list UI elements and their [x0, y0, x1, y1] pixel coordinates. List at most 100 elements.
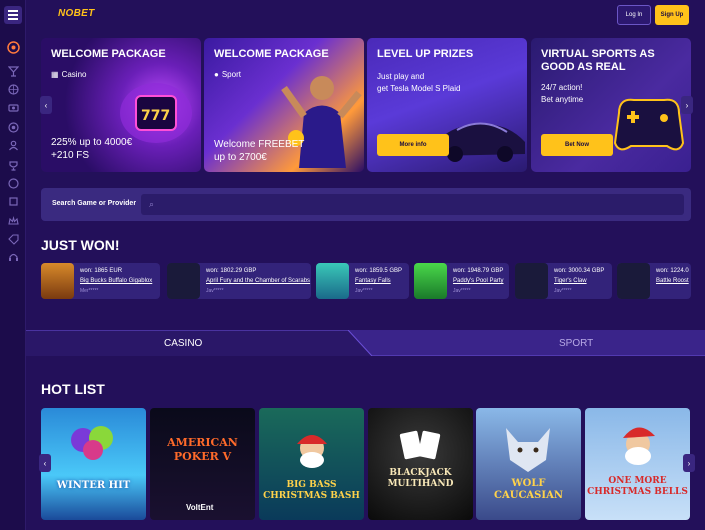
football-player-image — [281, 76, 362, 168]
signup-button[interactable]: Sign Up — [655, 5, 689, 25]
won-game-link[interactable]: Fantasy Falls — [355, 278, 391, 284]
search-label: Search Game or Provider — [52, 200, 137, 207]
cup-icon[interactable] — [6, 158, 20, 172]
tabs-background — [26, 330, 705, 356]
hot-next-arrow[interactable]: › — [683, 454, 695, 472]
promo-line1: 225% up to 4000€ — [51, 137, 133, 148]
promo-line2: +210 FS — [51, 150, 90, 161]
won-amount: won: 1802.29 GBP — [206, 268, 257, 274]
won-user: Jav***** — [355, 288, 373, 294]
header — [26, 0, 705, 32]
game-name: AMERICAN POKER V — [167, 436, 238, 463]
game-thumbnail — [414, 263, 447, 299]
won-user: Jav***** — [453, 288, 471, 294]
game-name: WOLF CAUCASIAN — [494, 478, 563, 501]
won-amount: won: 1224.0 — [656, 268, 689, 274]
logo[interactable]: NOBET — [58, 8, 95, 19]
promo-tag-label: Sport — [221, 70, 241, 79]
support-icon[interactable] — [6, 250, 20, 264]
crown-icon[interactable] — [6, 214, 20, 228]
game-provider: VoltEnt — [186, 503, 214, 512]
won-game-link[interactable]: April Fury and the Chamber of Scarabs — [206, 278, 310, 284]
car-image — [432, 122, 525, 162]
game-thumbnail — [167, 263, 200, 299]
won-game-link[interactable]: Battle Roost — [656, 278, 689, 284]
won-amount: won: 1859.5 GBP — [355, 268, 403, 274]
wolf-image — [506, 428, 550, 472]
promo-line2: up to 2700€ — [214, 152, 267, 163]
balloons-image — [71, 426, 113, 460]
search-bar: Search Game or Provider ⌕ — [41, 188, 691, 221]
carousel-next-arrow[interactable]: › — [681, 96, 693, 114]
promo-title: VIRTUAL SPORTS AS GOOD AS REAL — [541, 48, 655, 73]
search-input[interactable]: ⌕ — [141, 194, 684, 215]
chip-icon[interactable] — [6, 120, 20, 134]
game-name: ONE MORE CHRISTMAS BELLS — [587, 476, 688, 497]
game-thumbnail — [515, 263, 548, 299]
ball-icon: ● — [214, 70, 219, 79]
promo-line2: get Tesla Model S Plaid — [377, 84, 461, 93]
promo-title: WELCOME PACKAGE — [214, 48, 329, 60]
game-tile[interactable]: BIG BASS CHRISTMAS BASH — [259, 408, 364, 520]
promo-line1: 24/7 action! — [541, 83, 583, 92]
won-amount: won: 3000.34 GBP — [554, 268, 605, 274]
game-tile[interactable]: ONE MORE CHRISTMAS BELLS — [585, 408, 690, 520]
won-card[interactable]: won: 1224.0 Battle Roost — [617, 263, 691, 299]
more-info-button[interactable]: More info — [377, 134, 449, 156]
won-game-link[interactable]: Paddy's Pool Party — [453, 278, 504, 284]
game-name: WINTER HIT — [56, 480, 131, 491]
game-tile[interactable]: WINTER HIT — [41, 408, 146, 520]
game-tile[interactable]: AMERICAN POKER V VoltEnt — [150, 408, 255, 520]
promo-card-levelup[interactable]: LEVEL UP PRIZES Just play and get Tesla … — [367, 38, 527, 172]
basketball-icon[interactable] — [6, 82, 20, 96]
layers-icon[interactable] — [6, 194, 20, 208]
hamburger-menu-icon[interactable] — [4, 6, 22, 24]
won-card[interactable]: won: 1865 EUR Big Bucks Buffalo Gigablox… — [41, 263, 160, 299]
won-user: Mer***** — [80, 288, 99, 294]
svg-text:777: 777 — [141, 108, 170, 124]
game-tile[interactable]: BLACKJACK MULTIHAND — [368, 408, 473, 520]
won-game-link[interactable]: Tiger's Claw — [554, 278, 587, 284]
promo-title: WELCOME PACKAGE — [51, 48, 166, 60]
won-user: Jav***** — [206, 288, 224, 294]
promo-card-sport[interactable]: WELCOME PACKAGE ● Sport Welcome FREEBET … — [204, 38, 364, 172]
promo-line1: Welcome FREEBET — [214, 139, 305, 150]
won-card[interactable]: won: 1948.79 GBP Paddy's Pool Party Jav*… — [414, 263, 509, 299]
camera-icon[interactable] — [6, 100, 20, 114]
promo-tag: ▦ Casino — [51, 70, 86, 79]
won-amount: won: 1865 EUR — [80, 268, 123, 274]
game-tile[interactable]: WOLF CAUCASIAN — [476, 408, 581, 520]
tag-icon[interactable] — [6, 232, 20, 246]
promo-tag: ● Sport — [214, 70, 241, 79]
promo-title: LEVEL UP PRIZES — [377, 48, 474, 60]
ticket-icon[interactable] — [6, 176, 20, 190]
won-user: Jav***** — [554, 288, 572, 294]
hot-prev-arrow[interactable]: ‹ — [39, 454, 51, 472]
game-name: BIG BASS CHRISTMAS BASH — [263, 480, 360, 501]
sidebar — [0, 0, 26, 530]
bet-now-button[interactable]: Bet Now — [541, 134, 613, 156]
roulette-icon[interactable] — [6, 40, 20, 54]
tab-sport[interactable]: SPORT — [559, 338, 593, 349]
game-thumbnail — [316, 263, 349, 299]
cocktail-icon[interactable] — [6, 64, 20, 78]
game-thumbnail — [41, 263, 74, 299]
login-button[interactable]: Log In — [617, 5, 651, 25]
promo-line2: Bet anytime — [541, 95, 584, 104]
search-icon: ⌕ — [149, 199, 155, 209]
promo-card-virtual[interactable]: VIRTUAL SPORTS AS GOOD AS REAL 24/7 acti… — [531, 38, 691, 172]
game-name: BLACKJACK MULTIHAND — [387, 468, 454, 489]
cards-image — [399, 430, 441, 460]
won-game-link[interactable]: Big Bucks Buffalo Gigablox — [80, 278, 152, 284]
santa-image — [623, 427, 655, 465]
carousel-prev-arrow[interactable]: ‹ — [40, 96, 52, 114]
won-card[interactable]: won: 1802.29 GBP April Fury and the Cham… — [167, 263, 311, 299]
tab-casino[interactable]: CASINO — [164, 338, 202, 349]
gamepad-image — [613, 98, 685, 151]
promo-card-casino[interactable]: 777 WELCOME PACKAGE ▦ Casino 225% up to … — [41, 38, 201, 172]
game-thumbnail — [617, 263, 650, 299]
category-tabs: CASINO SPORT — [26, 330, 705, 356]
won-card[interactable]: won: 1859.5 GBP Fantasy Falls Jav***** — [316, 263, 409, 299]
user-icon[interactable] — [6, 138, 20, 152]
won-card[interactable]: won: 3000.34 GBP Tiger's Claw Jav***** — [515, 263, 612, 299]
